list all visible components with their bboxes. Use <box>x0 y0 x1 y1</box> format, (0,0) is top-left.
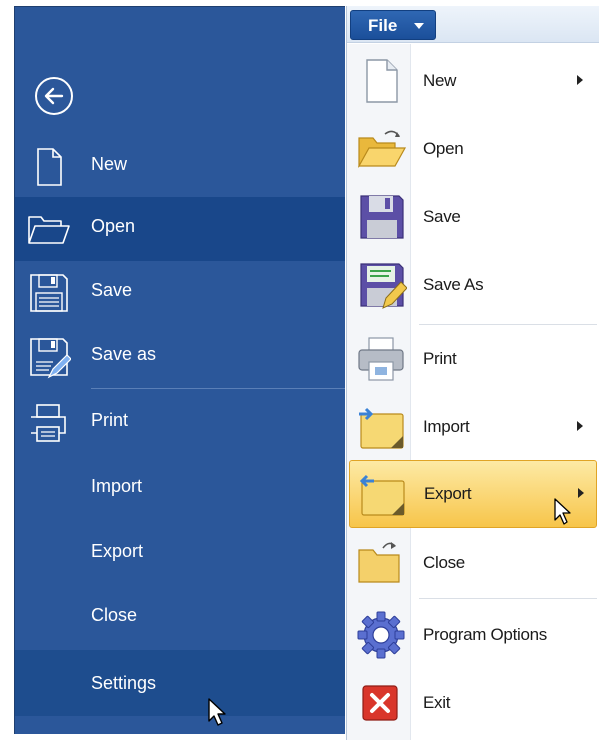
file-menu-button[interactable]: File <box>350 10 436 40</box>
gear-icon <box>357 611 405 659</box>
export-icon <box>359 474 405 516</box>
save-as-icon <box>360 263 407 309</box>
backstage-item-label: Open <box>91 216 136 236</box>
menu-item-save[interactable]: Save <box>349 184 597 250</box>
backstage-item-label: Save <box>91 280 133 300</box>
file-menu-label: File <box>368 16 398 35</box>
menu-item-import[interactable]: Import <box>349 394 597 460</box>
menu-item-label: New <box>423 71 457 90</box>
menu-item-label: Print <box>423 349 457 368</box>
floppy-disk-icon <box>360 195 404 239</box>
backstage-item-label: Settings <box>91 673 157 693</box>
chevron-down-icon <box>414 23 424 29</box>
menu-item-label: Export <box>424 484 472 503</box>
menu-item-label: Exit <box>423 693 451 712</box>
backstage-item-label: New <box>91 154 128 174</box>
backstage-item-settings[interactable]: Settings <box>15 650 345 716</box>
backstage-separator <box>91 388 345 389</box>
menu-item-open[interactable]: Open <box>349 116 597 182</box>
backstage-item-close[interactable]: Close <box>15 586 345 648</box>
backstage-item-label: Print <box>91 410 129 430</box>
printer-icon <box>31 404 66 442</box>
menu-item-new[interactable]: New <box>349 48 597 114</box>
folder-open-icon <box>28 216 70 244</box>
menu-bar: File <box>347 6 599 43</box>
folder-open-icon <box>357 130 407 169</box>
menu-item-close[interactable]: Close <box>349 530 597 596</box>
menu-item-label: Close <box>423 553 465 572</box>
backstage-item-import[interactable]: Import <box>15 457 345 519</box>
menu-item-export[interactable]: Export <box>349 460 597 528</box>
mouse-pointer-icon <box>208 698 226 726</box>
backstage-item-export[interactable]: Export <box>15 522 345 584</box>
floppy-disk-icon <box>30 274 68 312</box>
menu-item-label: Open <box>423 139 464 158</box>
backstage-item-save-as[interactable]: Save as <box>15 325 345 387</box>
submenu-arrow-icon <box>578 488 584 498</box>
menu-separator <box>419 598 597 599</box>
new-document-icon <box>37 148 62 186</box>
backstage-item-label: Export <box>91 541 144 561</box>
menu-item-save-as[interactable]: Save As <box>349 252 597 318</box>
backstage-item-label: Close <box>91 605 138 625</box>
menu-item-label: Import <box>423 417 470 436</box>
submenu-arrow-icon <box>577 75 583 85</box>
backstage-file-menu: New Open Save Save as Print Import Expor… <box>14 6 345 734</box>
close-folder-icon <box>358 542 400 583</box>
backstage-item-label: Save as <box>91 344 157 364</box>
submenu-arrow-icon <box>577 421 583 431</box>
exit-icon <box>362 685 398 721</box>
menu-item-label: Program Options <box>423 625 547 644</box>
backstage-item-print[interactable]: Print <box>15 391 345 453</box>
menu-item-program-options[interactable]: Program Options <box>349 602 597 668</box>
menu-separator <box>419 324 597 325</box>
mouse-pointer-icon <box>554 498 571 525</box>
backstage-item-label: Import <box>91 476 143 496</box>
menu-item-exit[interactable]: Exit <box>349 670 597 736</box>
backstage-item-open[interactable]: Open <box>15 197 345 261</box>
back-arrow-icon <box>44 87 64 105</box>
new-file-icon <box>366 59 398 103</box>
backstage-item-new[interactable]: New <box>15 135 345 197</box>
save-as-icon <box>30 338 71 379</box>
menu-item-print[interactable]: Print <box>349 326 597 392</box>
menu-item-label: Save <box>423 207 461 226</box>
menu-item-label: Save As <box>423 275 484 294</box>
back-button[interactable] <box>35 77 73 115</box>
backstage-item-save[interactable]: Save <box>15 261 345 323</box>
printer-icon <box>358 337 404 381</box>
classic-file-menu: File New Open Save Save As Print Import … <box>346 6 599 740</box>
import-icon <box>359 407 404 449</box>
